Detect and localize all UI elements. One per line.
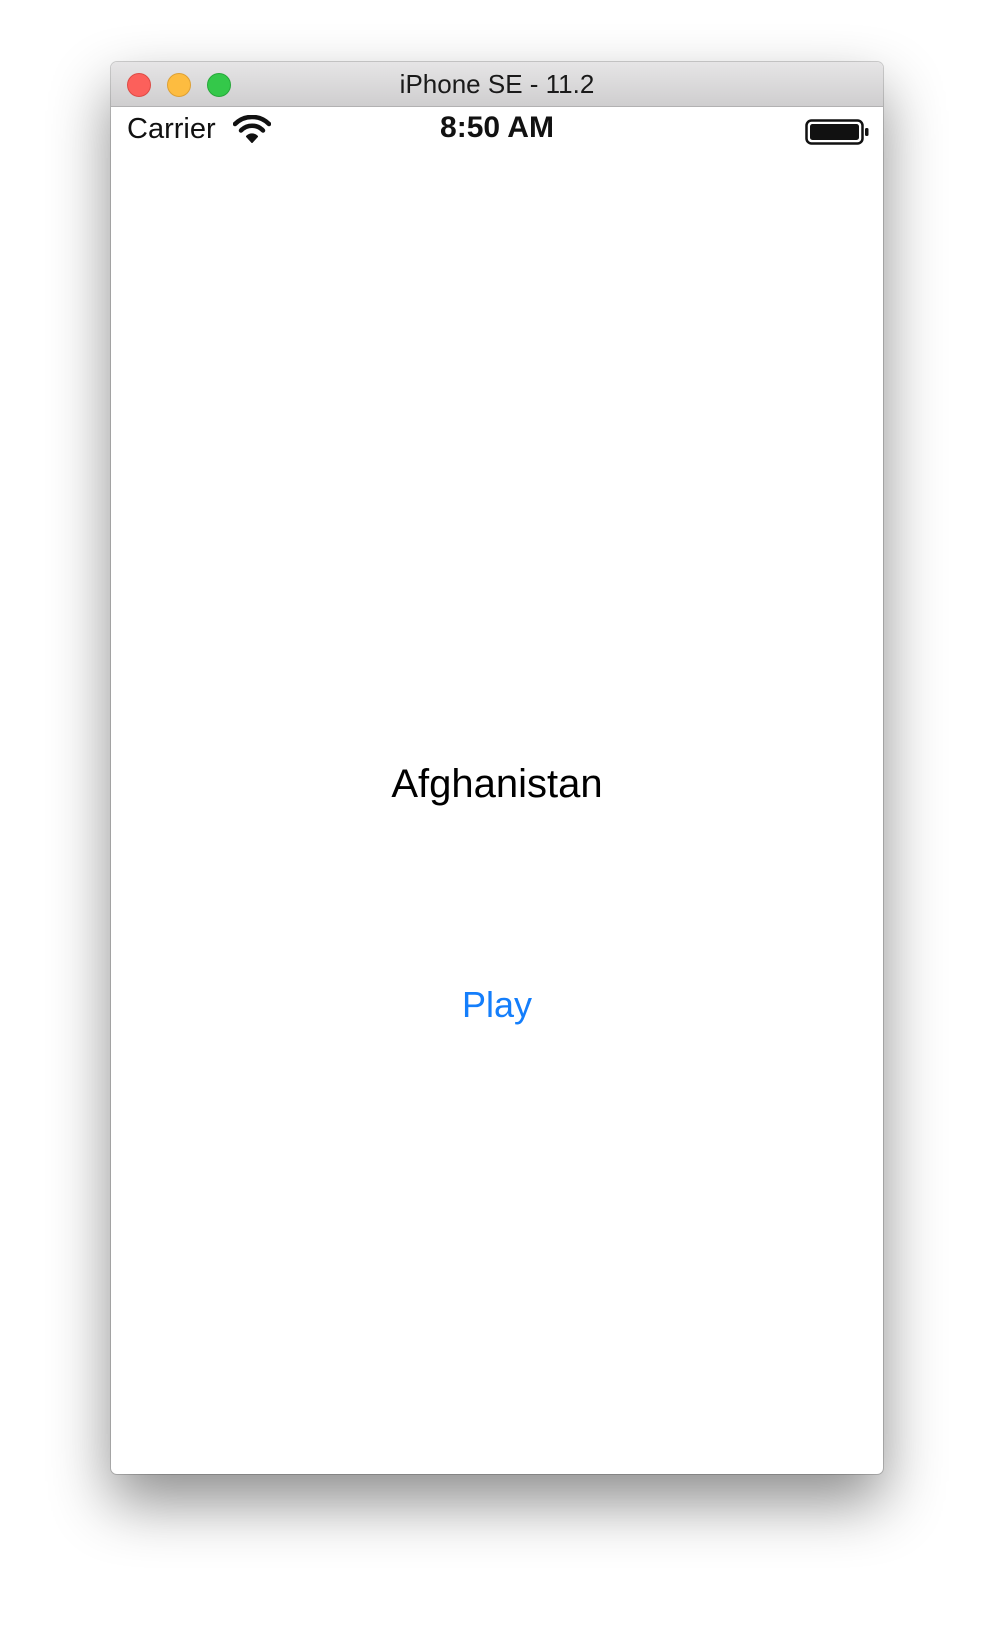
play-button[interactable]: Play (447, 980, 547, 1030)
window-title: iPhone SE - 11.2 (399, 69, 595, 99)
battery-icon (805, 119, 869, 145)
country-name-label: Afghanistan (391, 762, 603, 806)
simulator-window: iPhone SE - 11.2 Carrier 8:50 AM Afghani… (111, 62, 883, 1474)
ios-status-bar: Carrier 8:50 AM (111, 107, 883, 149)
status-clock: 8:50 AM (440, 111, 554, 144)
window-titlebar[interactable]: iPhone SE - 11.2 (111, 62, 883, 107)
